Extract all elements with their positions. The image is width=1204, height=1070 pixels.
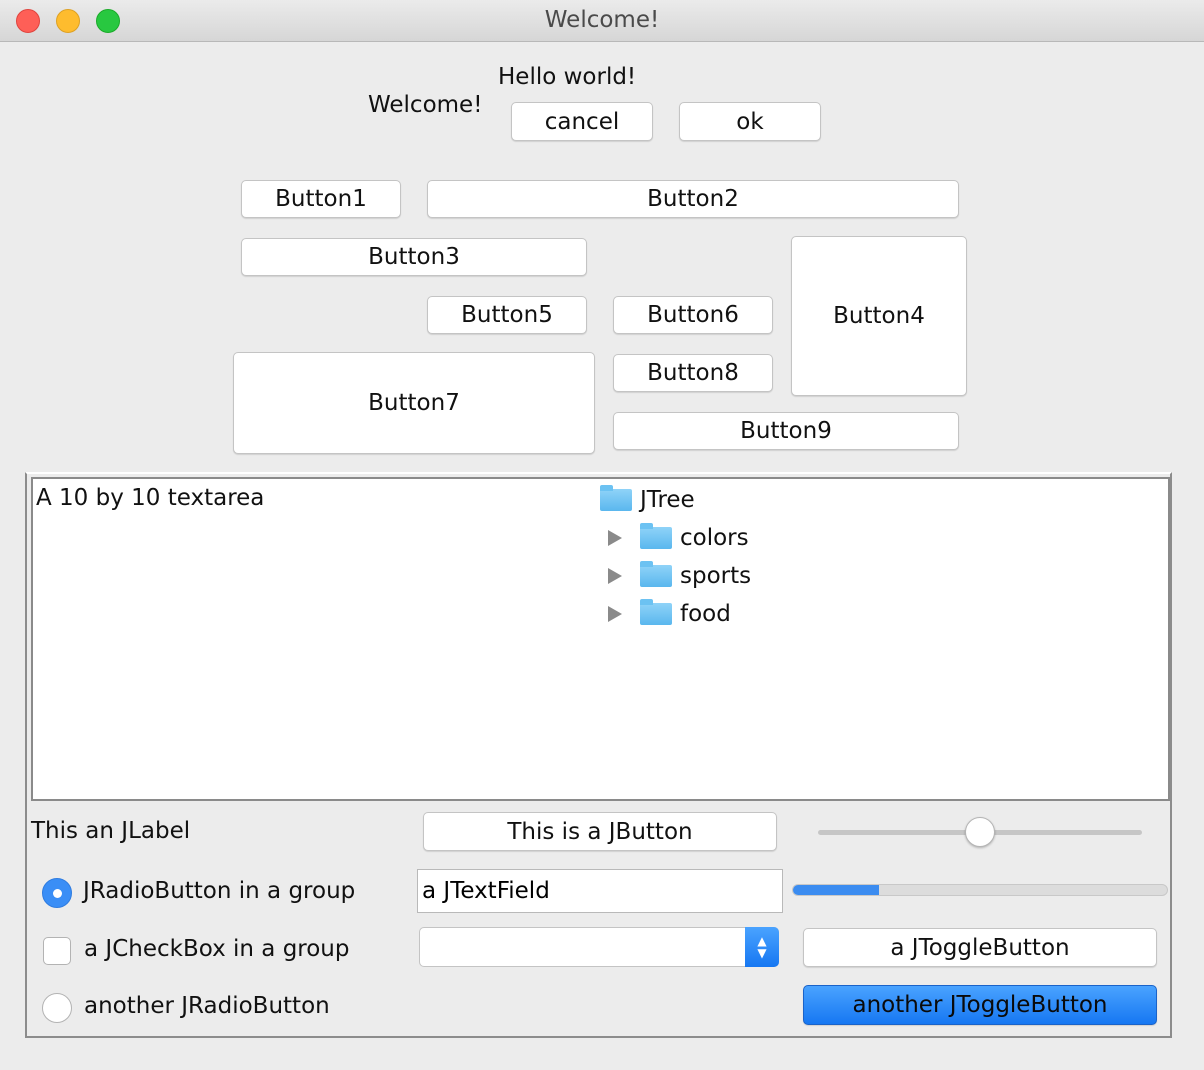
button-9[interactable]: Button9 — [613, 412, 959, 450]
button-5[interactable]: Button5 — [427, 296, 587, 334]
progress-bar — [792, 884, 1168, 896]
tree-root-label: JTree — [640, 487, 695, 513]
expand-arrow-icon[interactable] — [608, 530, 622, 546]
window-title: Welcome! — [544, 7, 660, 33]
jbutton[interactable]: This is a JButton — [423, 812, 777, 851]
button-3[interactable]: Button3 — [241, 238, 587, 276]
welcome-label: Welcome! — [368, 92, 483, 118]
textarea[interactable]: A 10 by 10 textarea — [36, 485, 264, 511]
button-8[interactable]: Button8 — [613, 354, 773, 392]
ok-button[interactable]: ok — [679, 102, 821, 141]
folder-icon — [600, 485, 632, 511]
tree-node-label: colors — [680, 525, 749, 551]
button-4[interactable]: Button4 — [791, 236, 967, 396]
title-bar: Welcome! — [0, 0, 1204, 42]
checkbox[interactable] — [43, 937, 71, 965]
button-6[interactable]: Button6 — [613, 296, 773, 334]
text-field[interactable] — [417, 869, 783, 913]
folder-icon — [640, 599, 672, 625]
tree-node-food[interactable]: food — [608, 599, 731, 627]
tree-node-label: sports — [680, 563, 752, 589]
radio-button-group[interactable] — [42, 878, 72, 908]
toggle-button-selected[interactable]: another JToggleButton — [803, 985, 1157, 1025]
button-7[interactable]: Button7 — [233, 352, 595, 454]
expand-arrow-icon[interactable] — [608, 568, 622, 584]
jlabel: This an JLabel — [31, 818, 191, 844]
cancel-button[interactable]: cancel — [511, 102, 653, 141]
button-2[interactable]: Button2 — [427, 180, 959, 218]
tree-node-colors[interactable]: colors — [608, 523, 749, 551]
split-pane: A 10 by 10 textarea JTree colors sports … — [31, 477, 1170, 801]
progress-fill — [793, 885, 880, 895]
hello-label: Hello world! — [498, 64, 637, 90]
tree-node-sports[interactable]: sports — [608, 561, 752, 589]
toggle-button[interactable]: a JToggleButton — [803, 928, 1157, 967]
slider-thumb[interactable] — [965, 817, 995, 847]
tree-root[interactable]: JTree — [600, 485, 695, 513]
folder-icon — [640, 523, 672, 549]
button-1[interactable]: Button1 — [241, 180, 401, 218]
radio-button-group-label[interactable]: JRadioButton in a group — [83, 878, 355, 904]
radio-button-other[interactable] — [42, 993, 72, 1023]
radio-button-other-label[interactable]: another JRadioButton — [84, 993, 330, 1019]
combo-arrows-icon[interactable]: ▲ ▼ — [745, 927, 779, 967]
expand-arrow-icon[interactable] — [608, 606, 622, 622]
combo-box[interactable]: ▲ ▼ — [419, 927, 779, 967]
tree-node-label: food — [680, 601, 731, 627]
checkbox-label[interactable]: a JCheckBox in a group — [84, 936, 350, 962]
folder-icon — [640, 561, 672, 587]
